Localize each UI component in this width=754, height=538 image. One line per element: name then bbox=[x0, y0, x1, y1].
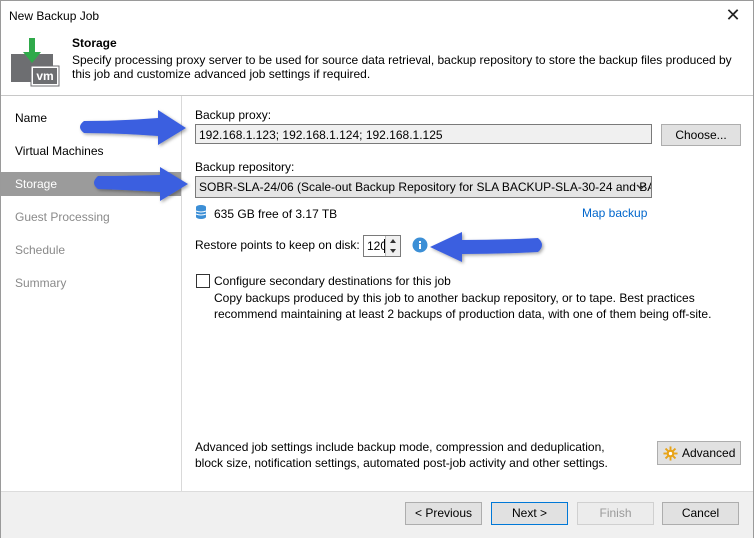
secondary-destinations-label: Configure secondary destinations for thi… bbox=[214, 274, 451, 288]
backup-repository-label: Backup repository: bbox=[195, 160, 295, 174]
storage-panel: Backup proxy: 192.168.1.123; 192.168.1.1… bbox=[182, 96, 753, 491]
title-bar: New Backup Job ✕ bbox=[1, 1, 753, 31]
wizard-sidebar: Name Virtual Machines Storage Guest Proc… bbox=[1, 96, 181, 491]
secondary-desc-line-1: Copy backups produced by this job to ano… bbox=[214, 291, 695, 305]
sidebar-item-virtual-machines[interactable]: Virtual Machines bbox=[1, 139, 181, 163]
previous-button[interactable]: < Previous bbox=[405, 502, 482, 525]
advanced-desc-line-1: Advanced job settings include backup mod… bbox=[195, 440, 605, 454]
gear-icon bbox=[663, 446, 678, 461]
vm-download-icon: vm bbox=[11, 38, 60, 87]
window-title: New Backup Job bbox=[9, 9, 100, 23]
backup-repository-dropdown[interactable]: SOBR-SLA-24/06 (Scale-out Backup Reposit… bbox=[195, 176, 652, 198]
chevron-down-icon bbox=[636, 184, 646, 190]
restore-points-stepper[interactable]: 120 bbox=[363, 235, 401, 257]
cancel-button[interactable]: Cancel bbox=[662, 502, 739, 525]
backup-proxy-label: Backup proxy: bbox=[195, 108, 272, 122]
close-icon[interactable]: ✕ bbox=[723, 5, 743, 25]
database-icon bbox=[195, 205, 207, 219]
sidebar-item-guest-processing: Guest Processing bbox=[15, 210, 110, 224]
choose-proxy-button[interactable]: Choose... bbox=[661, 124, 741, 146]
advanced-button[interactable]: Advanced bbox=[657, 441, 741, 465]
page-description: Specify processing proxy server to be us… bbox=[72, 53, 732, 81]
backup-repository-value: SOBR-SLA-24/06 (Scale-out Backup Reposit… bbox=[199, 180, 652, 194]
page-title: Storage bbox=[72, 36, 117, 50]
sidebar-item-name[interactable]: Name bbox=[1, 106, 181, 130]
wizard-header: vm Storage Specify processing proxy serv… bbox=[1, 31, 753, 95]
sidebar-item-storage[interactable]: Storage bbox=[1, 172, 181, 196]
advanced-button-label: Advanced bbox=[682, 446, 736, 460]
wizard-footer: < Previous Next > Finish Cancel bbox=[1, 491, 753, 538]
next-button[interactable]: Next > bbox=[491, 502, 568, 525]
map-backup-link[interactable]: Map backup bbox=[582, 206, 647, 220]
secondary-desc-line-2: recommend maintaining at least 2 backups… bbox=[214, 307, 712, 321]
vm-icon-label: vm bbox=[36, 69, 53, 83]
advanced-desc-line-2: block size, notification settings, autom… bbox=[195, 456, 608, 470]
secondary-destinations-description: Copy backups produced by this job to ano… bbox=[214, 290, 744, 322]
stepper-buttons bbox=[385, 236, 400, 256]
info-icon[interactable] bbox=[412, 237, 428, 253]
backup-proxy-field[interactable]: 192.168.1.123; 192.168.1.124; 192.168.1.… bbox=[195, 124, 652, 144]
sidebar-item-summary: Summary bbox=[15, 276, 67, 290]
stepper-down-icon[interactable] bbox=[386, 246, 400, 256]
finish-button: Finish bbox=[577, 502, 654, 525]
advanced-settings-description: Advanced job settings include backup mod… bbox=[195, 439, 645, 471]
new-backup-job-window: New Backup Job ✕ vm Storage Specify proc… bbox=[0, 0, 754, 538]
restore-points-label: Restore points to keep on disk: bbox=[195, 238, 360, 252]
secondary-destinations-checkbox[interactable] bbox=[196, 274, 210, 288]
sidebar-item-schedule: Schedule bbox=[15, 243, 66, 257]
repository-free-space: 635 GB free of 3.17 TB bbox=[214, 207, 338, 221]
